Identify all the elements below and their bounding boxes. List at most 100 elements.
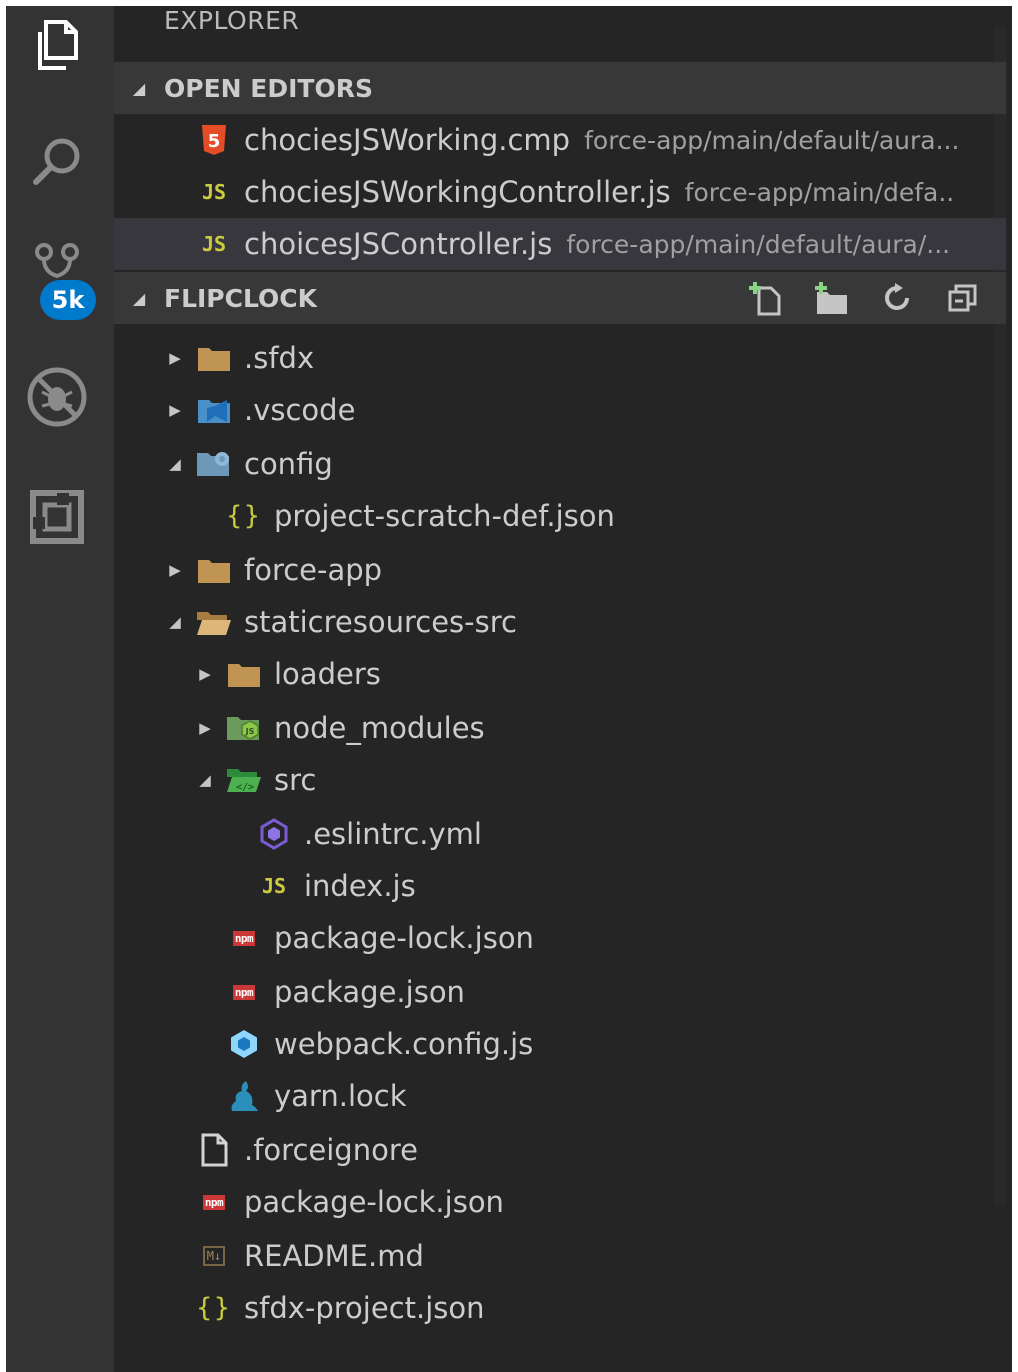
svg-text:5: 5 <box>208 131 221 152</box>
tree-label: package.json <box>274 975 465 1009</box>
tree-file[interactable]: yarn.lock <box>114 1070 1012 1122</box>
chevron-down-icon: ◢ <box>169 455 181 473</box>
json-icon: {} <box>226 501 262 531</box>
json-icon: {} <box>196 1293 232 1323</box>
folder-icon <box>194 553 234 587</box>
tree-folder[interactable]: ▶ force-app <box>114 544 1012 596</box>
vscode-window: 5k EXPLORER ◢ OPEN EDITORS 5 chociesJSWo… <box>6 6 1012 1372</box>
src-folder-icon: </> <box>224 763 264 797</box>
tree-label: force-app <box>244 553 383 587</box>
npm-icon: npm <box>232 984 256 1000</box>
tree-label: .vscode <box>244 393 356 427</box>
tree-file[interactable]: {} project-scratch-def.json <box>114 490 1012 542</box>
tree-file[interactable]: {} sfdx-project.json <box>114 1282 1012 1334</box>
tree-label: index.js <box>304 869 416 903</box>
tree-file[interactable]: .forceignore <box>114 1124 1012 1176</box>
open-editor-item[interactable]: JS chociesJSWorkingController.js force-a… <box>114 166 1006 218</box>
debug-icon[interactable] <box>22 362 92 432</box>
html-icon: 5 <box>194 123 234 157</box>
open-editors-header[interactable]: ◢ OPEN EDITORS <box>114 62 1006 114</box>
tree-file[interactable]: M↓ README.md <box>114 1230 1012 1282</box>
folder-icon <box>224 657 264 691</box>
tree-folder[interactable]: ▶ .vscode <box>114 384 1012 436</box>
eslint-icon <box>254 817 294 851</box>
open-editor-name: choicesJSController.js <box>244 227 553 261</box>
chevron-right-icon: ▶ <box>199 665 211 683</box>
tree-label: yarn.lock <box>274 1079 407 1113</box>
folder-icon <box>194 341 234 375</box>
tree-label: webpack.config.js <box>274 1027 534 1061</box>
folder-open-icon <box>194 605 234 639</box>
chevron-right-icon: ▶ <box>199 719 211 737</box>
tree-label: README.md <box>244 1239 424 1273</box>
open-editor-item[interactable]: JS choicesJSController.js force-app/main… <box>114 218 1006 270</box>
tree-folder[interactable]: ▶ JS node_modules <box>114 702 1012 754</box>
explorer-title: EXPLORER <box>164 6 300 35</box>
svg-text:</>: </> <box>236 782 254 793</box>
vscode-folder-icon <box>194 393 234 427</box>
chevron-down-icon: ◢ <box>169 613 181 631</box>
tree-file[interactable]: webpack.config.js <box>114 1018 1012 1070</box>
new-file-button[interactable] <box>742 275 788 321</box>
tree-file[interactable]: npm package-lock.json <box>114 912 1012 964</box>
tree-folder[interactable]: ▶ .sfdx <box>114 332 1012 384</box>
open-editors-label: OPEN EDITORS <box>164 73 373 103</box>
js-icon: JS <box>201 232 227 256</box>
config-folder-icon <box>194 447 234 481</box>
explorer-sidebar: EXPLORER ◢ OPEN EDITORS 5 chociesJSWorki… <box>114 6 1006 1372</box>
extensions-icon[interactable] <box>22 482 92 552</box>
tree-label: .eslintrc.yml <box>304 817 482 851</box>
explorer-icon[interactable] <box>22 10 92 80</box>
tree-file[interactable]: .eslintrc.yml <box>114 808 1012 860</box>
new-folder-button[interactable] <box>808 275 854 321</box>
open-editor-name: chociesJSWorking.cmp <box>244 123 571 157</box>
chevron-down-icon: ◢ <box>199 771 211 789</box>
open-editor-path: force-app/main/default/aura... <box>584 125 960 155</box>
tree-label: src <box>274 763 317 797</box>
tree-label: package-lock.json <box>244 1185 504 1219</box>
open-editor-item[interactable]: 5 chociesJSWorking.cmp force-app/main/de… <box>114 114 1006 166</box>
activity-bar: 5k <box>6 6 114 1372</box>
tree-label: .forceignore <box>244 1133 418 1167</box>
tree-label: project-scratch-def.json <box>274 499 615 533</box>
chevron-down-icon: ◢ <box>132 288 146 308</box>
open-editor-path: force-app/main/defa.. <box>684 177 955 207</box>
tree-label: node_modules <box>274 711 485 745</box>
file-icon <box>194 1133 234 1167</box>
tree-label: loaders <box>274 657 381 691</box>
project-actions <box>742 275 986 321</box>
markdown-icon: M↓ <box>194 1239 234 1273</box>
svg-text:JS: JS <box>245 727 255 736</box>
search-icon[interactable] <box>22 126 92 196</box>
npm-icon: npm <box>202 1194 226 1210</box>
chevron-right-icon: ▶ <box>169 349 181 367</box>
collapse-all-button[interactable] <box>940 275 986 321</box>
tree-label: staticresources-src <box>244 605 517 639</box>
open-editor-path: force-app/main/default/aura/... <box>566 229 951 259</box>
refresh-button[interactable] <box>874 275 920 321</box>
chevron-down-icon: ◢ <box>132 78 146 98</box>
tree-file[interactable]: npm package.json <box>114 966 1012 1018</box>
tree-label: package-lock.json <box>274 921 534 955</box>
js-icon: JS <box>201 180 227 204</box>
project-label: FLIPCLOCK <box>164 283 317 313</box>
tree-folder[interactable]: ◢ </> src <box>114 754 1012 806</box>
project-header[interactable]: ◢ FLIPCLOCK <box>114 272 1006 324</box>
tree-file[interactable]: JS index.js <box>114 860 1012 912</box>
tree-label: .sfdx <box>244 341 315 375</box>
tree-folder[interactable]: ◢ staticresources-src <box>114 596 1012 648</box>
tree-label: config <box>244 447 333 481</box>
source-control-badge: 5k <box>40 280 96 320</box>
chevron-right-icon: ▶ <box>169 401 181 419</box>
chevron-right-icon: ▶ <box>169 561 181 579</box>
tree-label: sfdx-project.json <box>244 1291 485 1325</box>
npm-icon: npm <box>232 930 256 946</box>
js-icon: JS <box>261 874 287 898</box>
open-editor-name: chociesJSWorkingController.js <box>244 175 671 209</box>
node-folder-icon: JS <box>224 711 264 745</box>
webpack-icon <box>224 1027 264 1061</box>
tree-folder[interactable]: ◢ config <box>114 438 1012 490</box>
tree-folder[interactable]: ▶ loaders <box>114 648 1012 700</box>
tree-file[interactable]: npm package-lock.json <box>114 1176 1012 1228</box>
yarn-icon <box>224 1079 264 1113</box>
